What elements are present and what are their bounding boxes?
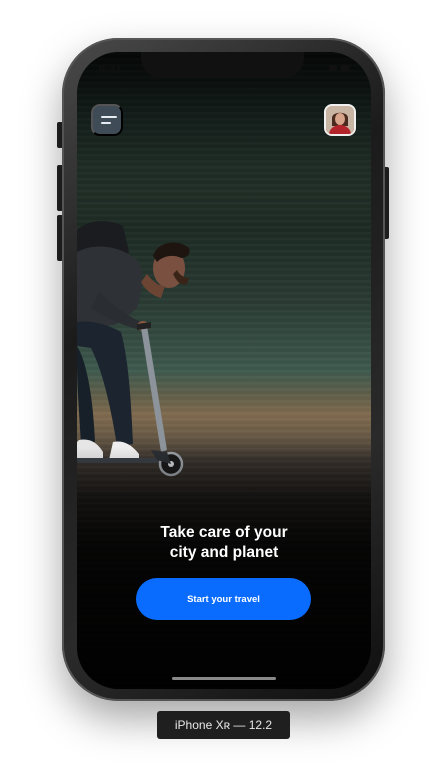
battery-icon — [341, 65, 349, 71]
simulator-device-label: iPhone Xʀ — 12.2 — [157, 711, 290, 739]
home-indicator[interactable] — [172, 677, 276, 680]
signal-icon — [329, 65, 337, 71]
hamburger-menu-icon-line — [101, 122, 111, 124]
hero-headline: Take care of your city and planet — [77, 523, 371, 563]
display-notch — [141, 52, 304, 78]
status-time: 9:41 — [99, 64, 122, 76]
status-icons — [329, 65, 349, 71]
headline-line-2: city and planet — [169, 544, 279, 561]
menu-button[interactable] — [91, 104, 123, 136]
app-screen: 9:41 Take care of your city and planet S… — [77, 52, 371, 689]
user-avatar-icon — [326, 106, 354, 134]
profile-avatar-button[interactable] — [324, 104, 356, 136]
hamburger-menu-icon — [101, 116, 117, 118]
headline-line-1: Take care of your — [160, 524, 288, 541]
simulator-stage: 9:41 Take care of your city and planet S… — [0, 0, 447, 775]
start-travel-button[interactable]: Start your travel — [136, 578, 311, 620]
